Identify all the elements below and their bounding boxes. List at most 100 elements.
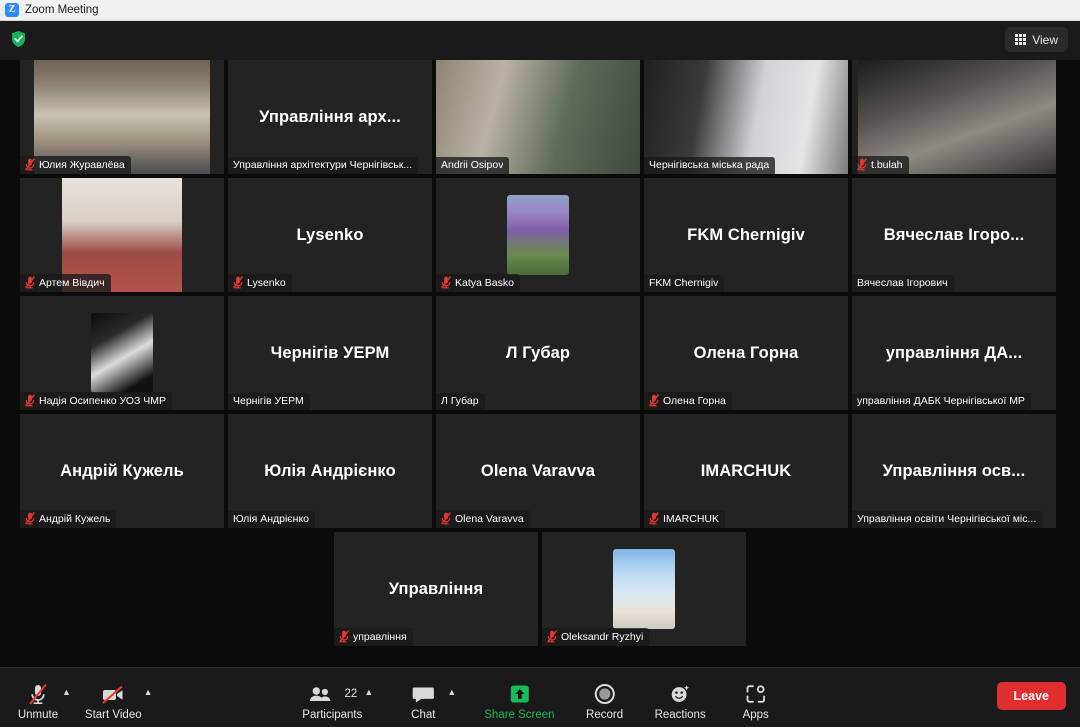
- avatar: [91, 313, 153, 393]
- participant-display-name: Л Губар: [505, 343, 571, 362]
- participant-name-bar: Oleksandr Ryzhyi: [542, 628, 650, 646]
- participant-name-bar: Чернігів УЕРМ: [228, 393, 310, 410]
- view-button-label: View: [1032, 32, 1058, 47]
- participant-tile[interactable]: Управління управління: [334, 532, 538, 646]
- participants-count: 22: [344, 688, 358, 700]
- zoom-logo-icon: Z: [5, 3, 19, 17]
- participant-tile[interactable]: Артем Вівдич: [20, 178, 224, 292]
- participant-tile[interactable]: Чернігівська міська рада: [644, 60, 848, 174]
- audio-options-chevron-up-icon[interactable]: ▲: [62, 687, 71, 697]
- participant-tile[interactable]: Lysenko Lysenko: [228, 178, 432, 292]
- mute-icon-glyph: [339, 630, 349, 643]
- mic-muted-icon: [547, 630, 557, 643]
- participant-tile[interactable]: Надія Осипенко УОЗ ЧМР: [20, 296, 224, 410]
- participant-name-bar: Управління освіти Чернігівської міс...: [852, 511, 1043, 528]
- participant-tile[interactable]: t.bulah: [852, 60, 1056, 174]
- participant-display-name: Управління: [388, 579, 484, 598]
- video-grid-row: Надія Осипенко УОЗ ЧМР Чернігів УЕРМ Черні…: [20, 296, 1060, 410]
- share-screen-button[interactable]: Share Screen: [484, 675, 555, 721]
- participant-tile[interactable]: Юлія Андрієнко Юлія Андрієнко: [228, 414, 432, 528]
- video-grid: Юлия Журавлёва Управління арх... Управлінн…: [0, 60, 1080, 667]
- video-options-chevron-up-icon[interactable]: ▲: [144, 687, 153, 697]
- participant-name-bar: Надія Осипенко УОЗ ЧМР: [20, 392, 173, 410]
- mic-muted-icon: [441, 276, 451, 289]
- participant-tile[interactable]: Л Губар Л Губар: [436, 296, 640, 410]
- avatar: [613, 549, 675, 629]
- apps-icon: [744, 683, 767, 706]
- mute-icon-glyph: [441, 512, 451, 525]
- participant-display-name: FKM Chernigiv: [687, 225, 805, 244]
- window-title-bar: Z Zoom Meeting: [0, 0, 1080, 21]
- participant-name-bar: Чернігівська міська рада: [644, 157, 776, 174]
- mute-icon-glyph: [25, 276, 35, 289]
- mic-muted-icon: [339, 630, 349, 643]
- chat-button[interactable]: Chat: [401, 675, 445, 721]
- participant-display-name: Олена Горна: [693, 343, 799, 362]
- participant-name-label: Oleksandr Ryzhyi: [561, 630, 644, 643]
- participant-name-bar: Андрій Кужель: [20, 510, 117, 528]
- participant-tile[interactable]: Andrii Osipov: [436, 60, 640, 174]
- mic-muted-icon: [441, 512, 451, 525]
- participant-name-bar: Л Губар: [436, 393, 485, 410]
- participants-chevron-up-icon[interactable]: ▲: [364, 687, 373, 697]
- participant-name-label: IMARCHUK: [663, 512, 720, 525]
- record-circle-icon: [593, 683, 616, 706]
- green-shield-check-icon[interactable]: [10, 30, 27, 48]
- participant-tile[interactable]: Oleksandr Ryzhyi: [542, 532, 746, 646]
- participant-tile[interactable]: FKM Chernigiv FKM Chernigiv: [644, 178, 848, 292]
- participant-tile[interactable]: Katya Basko: [436, 178, 640, 292]
- mic-muted-icon: [25, 158, 35, 171]
- mute-icon-glyph: [233, 276, 243, 289]
- participant-name-bar: управління ДАБК Чернігівської МР: [852, 393, 1031, 410]
- participant-name-bar: управління: [334, 628, 413, 646]
- leave-button[interactable]: Leave: [996, 682, 1066, 710]
- participant-tile[interactable]: Олена Горна Олена Горна: [644, 296, 848, 410]
- participant-display-name: Lysenko: [296, 225, 364, 244]
- mic-muted-icon: [25, 276, 35, 289]
- participant-tile[interactable]: Olena Varavva Olena Varavva: [436, 414, 640, 528]
- participant-name-label: управління ДАБК Чернігівської МР: [857, 395, 1025, 407]
- participant-name-label: Olena Varavva: [455, 512, 524, 525]
- window-title: Zoom Meeting: [25, 4, 99, 16]
- participant-name-bar: Katya Basko: [436, 274, 520, 292]
- participant-name-label: Андрій Кужель: [39, 512, 111, 525]
- participant-tile[interactable]: Вячеслав Ігоро... Вячеслав Ігорович: [852, 178, 1056, 292]
- chat-chevron-up-icon[interactable]: ▲: [447, 687, 456, 697]
- participant-display-name: Управління осв...: [882, 461, 1026, 480]
- reactions-button[interactable]: Reactions: [655, 675, 706, 721]
- participant-tile[interactable]: Юлия Журавлёва: [20, 60, 224, 174]
- mic-muted-icon: [25, 394, 35, 407]
- participant-name-label: Артем Вівдич: [39, 276, 105, 289]
- video-grid-row: Артем Вівдич Lysenko Lysenko Katya Basko FKM…: [20, 178, 1060, 292]
- participant-tile[interactable]: Андрій Кужель Андрій Кужель: [20, 414, 224, 528]
- view-button[interactable]: View: [1005, 27, 1068, 52]
- participant-display-name: управління ДА...: [885, 343, 1023, 362]
- participant-name-label: Юлия Журавлёва: [39, 158, 125, 171]
- mute-icon-glyph: [649, 394, 659, 407]
- participants-button[interactable]: 22 Participants: [302, 675, 362, 721]
- apps-button[interactable]: Apps: [734, 675, 778, 721]
- participant-tile[interactable]: IMARCHUK IMARCHUK: [644, 414, 848, 528]
- participant-name-bar: IMARCHUK: [644, 510, 726, 528]
- mic-muted-icon: [25, 512, 35, 525]
- start-video-button[interactable]: Start Video: [85, 675, 142, 721]
- participant-display-name: Юлія Андрієнко: [264, 461, 396, 480]
- participant-name-label: Katya Basko: [455, 276, 514, 289]
- participant-name-label: Чернігів УЕРМ: [233, 395, 304, 407]
- avatar: [507, 195, 569, 275]
- unmute-button[interactable]: Unmute: [16, 675, 60, 721]
- mic-muted-icon: [649, 394, 659, 407]
- participant-display-name: Вячеслав Ігоро...: [883, 225, 1025, 244]
- participant-name-label: Andrii Osipov: [441, 159, 504, 171]
- participant-tile[interactable]: Чернігів УЕРМ Чернігів УЕРМ: [228, 296, 432, 410]
- participant-tile[interactable]: Управління осв... Управління освіти Черні…: [852, 414, 1056, 528]
- start-video-label: Start Video: [84, 708, 142, 721]
- record-button[interactable]: Record: [583, 675, 627, 721]
- participant-tile[interactable]: Управління арх... Управління архітектури …: [228, 60, 432, 174]
- participant-name-bar: Andrii Osipov: [436, 157, 510, 174]
- participants-label: Participants: [302, 708, 363, 721]
- participant-name-bar: Olena Varavva: [436, 510, 530, 528]
- participant-tile[interactable]: управління ДА... управління ДАБК Чернігів…: [852, 296, 1056, 410]
- participant-name-label: t.bulah: [871, 158, 903, 171]
- participant-display-name: Чернігів УЕРМ: [270, 343, 390, 362]
